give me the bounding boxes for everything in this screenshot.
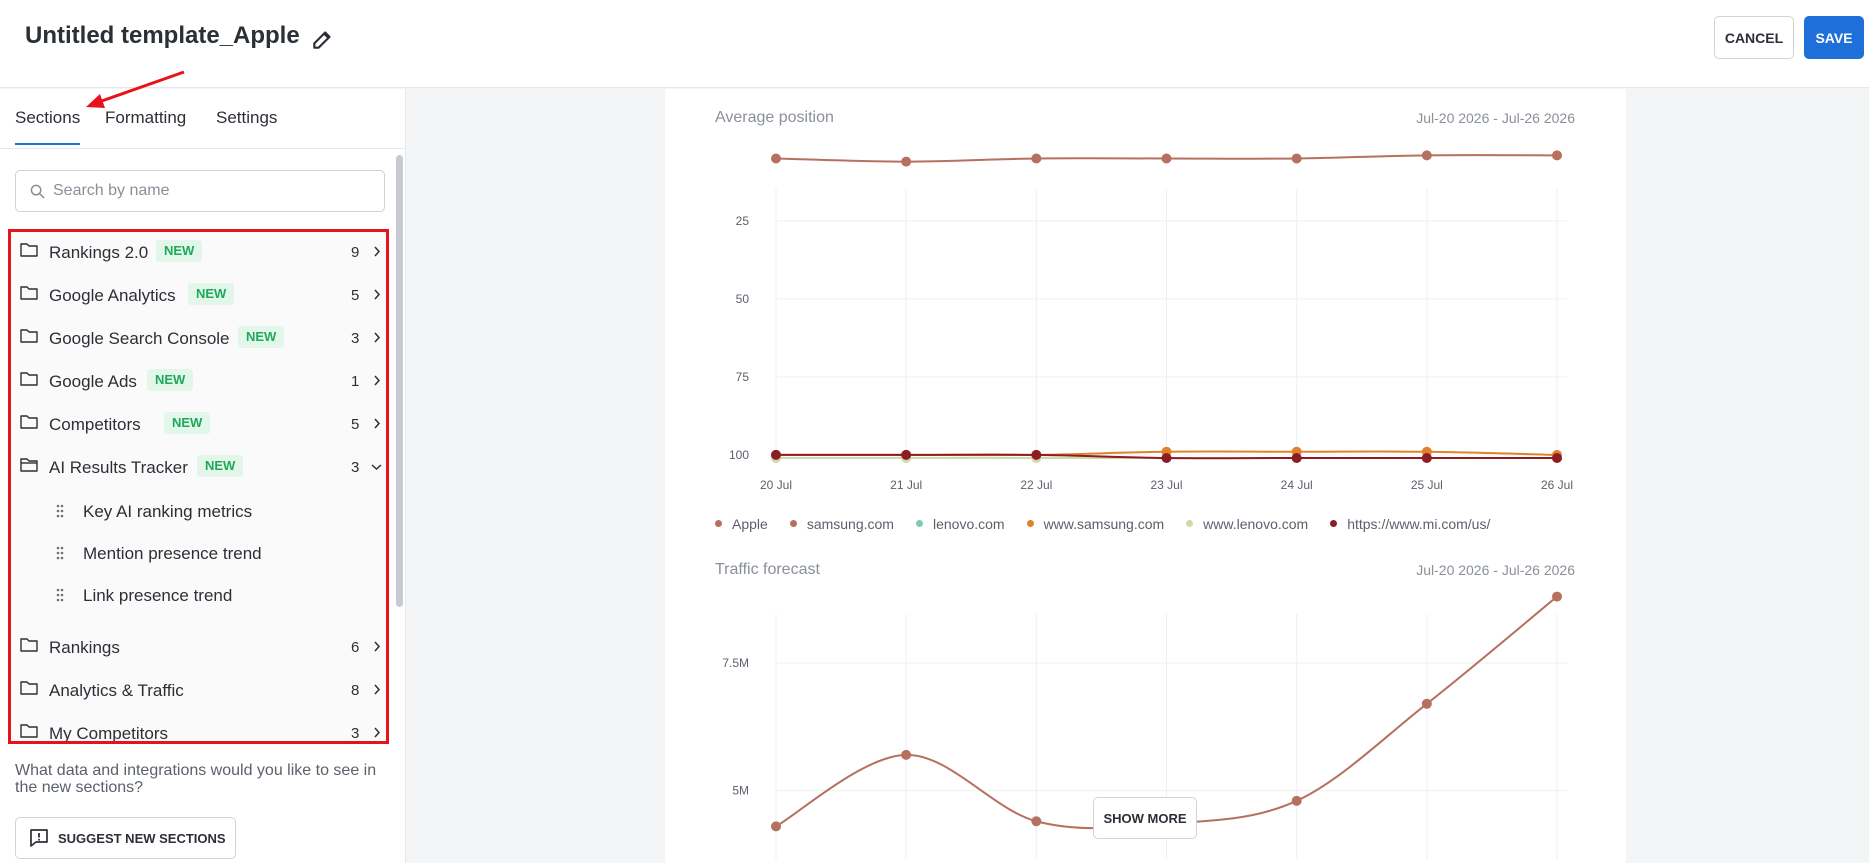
feedback-icon	[30, 829, 48, 847]
sections-list: Rankings 2.0 NEW 9 Google Analytics NEW …	[8, 229, 389, 744]
new-badge: NEW	[156, 240, 203, 262]
section-count: 9	[351, 244, 360, 261]
template-title: Untitled template_Apple	[25, 22, 300, 49]
subsection-item[interactable]: Link presence trend	[11, 575, 386, 615]
sidebar-tabs: Sections Formatting Settings	[0, 89, 405, 149]
section-count: 1	[351, 373, 360, 390]
suggest-prompt-text: What data and integrations would you lik…	[15, 762, 377, 796]
section-label: Google Search Console	[49, 329, 230, 348]
section-my-competitors[interactable]: My Competitors 3	[11, 713, 386, 743]
section-count: 5	[351, 416, 360, 433]
folder-icon	[20, 724, 38, 738]
folder-icon	[20, 638, 38, 652]
section-count: 3	[351, 330, 360, 347]
section-count: 5	[351, 287, 360, 304]
section-count: 3	[351, 725, 360, 742]
section-google-search-console[interactable]: Google Search Console NEW 3	[11, 318, 386, 358]
section-analytics-traffic[interactable]: Analytics & Traffic 8	[11, 670, 386, 710]
data-point[interactable]	[901, 749, 912, 760]
section-google-ads[interactable]: Google Ads NEW 1	[11, 361, 386, 401]
section-label: Google Ads	[49, 372, 137, 391]
report-canvas: Average position Jul-20 2026 - Jul-26 20…	[665, 89, 1626, 863]
chevron-right-icon	[374, 641, 381, 652]
section-count: 3	[351, 459, 360, 476]
subsection-label: Mention presence trend	[83, 544, 262, 563]
section-ai-results-tracker[interactable]: AI Results Tracker NEW 3	[11, 447, 386, 487]
folder-icon	[20, 681, 38, 695]
sidebar-scrollbar[interactable]	[396, 155, 403, 607]
new-badge: NEW	[188, 283, 235, 305]
new-badge: NEW	[164, 412, 211, 434]
chevron-right-icon	[374, 684, 381, 695]
red-arrow-annotation	[86, 70, 185, 108]
folder-icon	[20, 372, 38, 386]
traffic-forecast-chart: 5M 7.5M	[722, 591, 1567, 859]
tab-sections[interactable]: Sections	[15, 108, 81, 145]
y-tick-label: 5M	[732, 784, 749, 798]
new-badge: NEW	[147, 369, 194, 391]
subsection-item[interactable]: Key AI ranking metrics	[11, 491, 386, 531]
section-rankings-2[interactable]: Rankings 2.0 NEW 9	[11, 232, 386, 272]
section-competitors[interactable]: Competitors NEW 5	[11, 404, 386, 444]
section-count: 8	[351, 682, 360, 699]
drag-handle-icon[interactable]	[56, 588, 64, 602]
chevron-right-icon	[374, 375, 381, 386]
new-badge: NEW	[238, 326, 285, 348]
chevron-right-icon	[374, 289, 381, 300]
suggest-new-sections-button[interactable]: SUGGEST NEW SECTIONS	[15, 817, 236, 859]
cancel-button[interactable]: CANCEL	[1714, 16, 1794, 59]
section-label: AI Results Tracker	[49, 458, 188, 477]
new-badge: NEW	[197, 455, 244, 477]
tab-formatting[interactable]: Formatting	[105, 108, 186, 128]
section-label: Rankings 2.0	[49, 243, 149, 262]
chevron-right-icon	[374, 727, 381, 738]
save-button[interactable]: SAVE	[1804, 16, 1864, 59]
folder-icon	[20, 415, 38, 429]
section-count: 6	[351, 639, 360, 656]
search-input[interactable]	[53, 179, 373, 203]
folder-icon	[20, 329, 38, 343]
section-label: Google Analytics	[49, 286, 176, 305]
section-rankings[interactable]: Rankings 6	[11, 627, 386, 667]
section-label: Competitors	[49, 415, 141, 434]
data-point[interactable]	[1291, 795, 1302, 806]
show-more-button[interactable]: SHOW MORE	[1093, 797, 1197, 839]
drag-handle-icon[interactable]	[56, 504, 64, 518]
folder-icon	[20, 243, 38, 257]
subsection-item[interactable]: Mention presence trend	[11, 533, 386, 573]
chevron-right-icon	[374, 418, 381, 429]
search-icon	[30, 184, 45, 199]
subsection-label: Link presence trend	[83, 586, 233, 605]
folder-icon	[20, 286, 38, 300]
chevron-right-icon	[374, 332, 381, 343]
sidebar: Sections Formatting Settings Rankings 2.…	[0, 70, 406, 863]
section-label: Analytics & Traffic	[49, 681, 184, 700]
data-point[interactable]	[1031, 816, 1042, 827]
tab-settings[interactable]: Settings	[216, 108, 277, 128]
chevron-right-icon	[374, 246, 381, 257]
data-point[interactable]	[1421, 698, 1432, 709]
data-point[interactable]	[771, 821, 781, 832]
y-tick-label: 7.5M	[722, 656, 749, 670]
data-point[interactable]	[1552, 591, 1562, 602]
folder-open-icon	[20, 458, 38, 472]
search-field[interactable]	[15, 170, 385, 212]
section-google-analytics[interactable]: Google Analytics NEW 5	[11, 275, 386, 315]
section-label: Rankings	[49, 638, 120, 657]
top-bar: Untitled template_Apple CANCEL SAVE	[0, 0, 1869, 88]
subsection-label: Key AI ranking metrics	[83, 502, 253, 521]
chevron-down-icon	[371, 464, 382, 471]
drag-handle-icon[interactable]	[56, 546, 64, 560]
pencil-icon[interactable]	[310, 26, 336, 52]
suggest-label: SUGGEST NEW SECTIONS	[58, 830, 226, 846]
section-label: My Competitors	[49, 724, 169, 743]
